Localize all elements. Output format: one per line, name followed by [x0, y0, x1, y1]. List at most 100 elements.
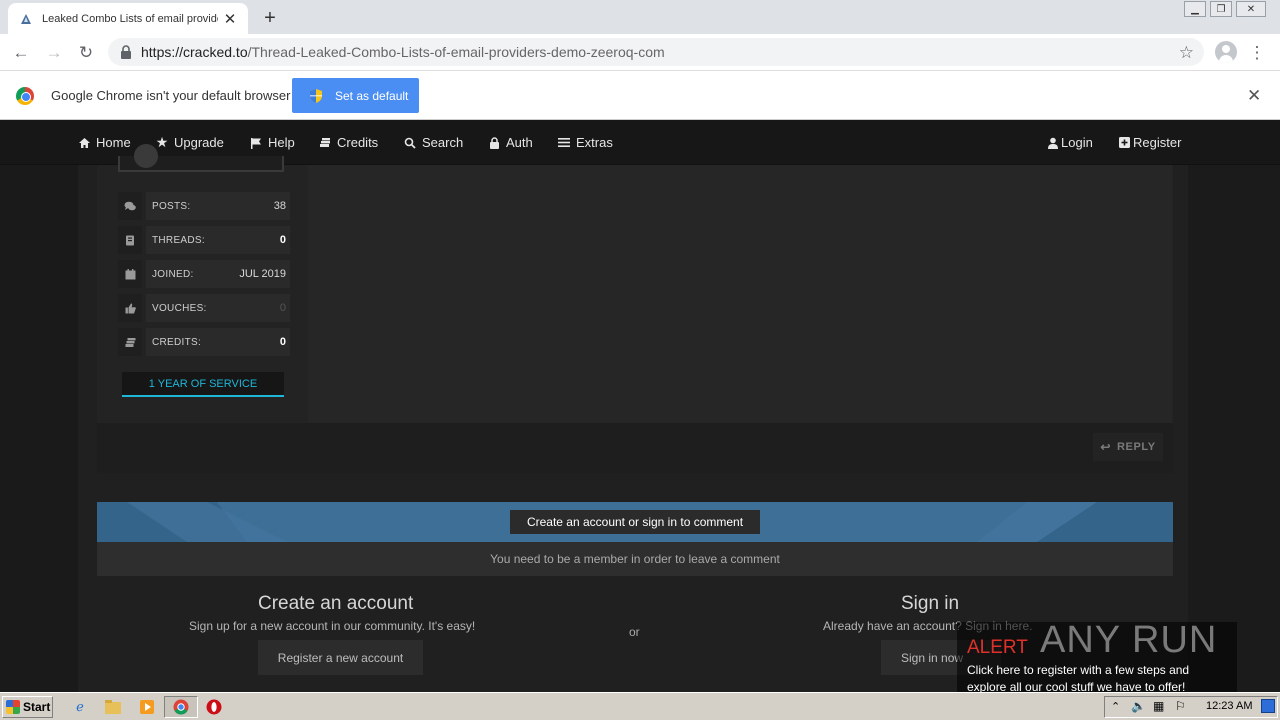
nav-item-search[interactable]: Search: [403, 120, 463, 165]
nav-item-extras[interactable]: Extras: [557, 120, 613, 165]
action-center-flag-icon[interactable]: ⚐: [1175, 699, 1186, 713]
nav-label-upgrade: Upgrade: [174, 135, 224, 150]
restore-icon[interactable]: ❐: [1210, 1, 1232, 17]
volume-icon[interactable]: 🔈: [1131, 699, 1146, 713]
address-bar[interactable]: https://cracked.to/Thread-Leaked-Combo-L…: [108, 38, 1204, 66]
stat-label: VOUCHES:: [152, 302, 207, 314]
or-divider: or: [629, 625, 640, 639]
stat-row-posts: POSTS: 38: [118, 192, 290, 220]
reply-icon: ↩: [1100, 440, 1111, 454]
stat-label: CREDITS:: [152, 336, 202, 348]
new-tab-icon[interactable]: +: [258, 6, 282, 30]
stat-value: 0: [279, 302, 286, 314]
stat-row-threads: THREADS: 0: [118, 226, 290, 254]
start-label: Start: [23, 700, 51, 714]
stat-vouches: VOUCHES: 0: [146, 294, 290, 322]
chrome-logo-icon: [16, 87, 34, 105]
stat-label: POSTS:: [152, 200, 191, 212]
stat-value: 0: [279, 336, 286, 348]
url-host: https://cracked.to: [141, 44, 248, 60]
anyrun-watermark: ANY RUN: [1040, 612, 1232, 668]
credits-icon: [318, 136, 332, 150]
browser-tabstrip: Leaked Combo Lists of email providers de…: [0, 0, 1280, 34]
create-account-text: Sign up for a new account in our communi…: [189, 619, 476, 633]
alert-text[interactable]: Click here to register with a few steps …: [967, 662, 1217, 696]
browser-toolbar: ← → ↻ https://cracked.to/Thread-Leaked-C…: [0, 34, 1280, 71]
nav-label-extras: Extras: [576, 135, 613, 150]
chrome-menu-icon[interactable]: ⋮: [1249, 42, 1266, 64]
nav-label-help: Help: [268, 135, 295, 150]
nav-label-credits: Credits: [337, 135, 379, 150]
site-favicon-icon: [18, 11, 34, 27]
search-icon: [403, 136, 417, 150]
comment-banner-subtitle: You need to be a member in order to leav…: [97, 542, 1173, 576]
set-as-default-label: Set as default: [335, 88, 409, 103]
thumbs-up-icon: [118, 294, 142, 322]
stat-row-vouches: VOUCHES: 0: [118, 294, 290, 322]
infobar-message: Google Chrome isn't your default browser: [51, 88, 291, 103]
stat-row-joined: JOINED: JUL 2019: [118, 260, 290, 288]
alert-label: ALERT: [967, 637, 1028, 658]
stat-value: 38: [273, 200, 286, 212]
start-button[interactable]: Start: [2, 696, 53, 718]
sign-in-title: Sign in: [901, 593, 960, 614]
stat-label: JOINED:: [152, 268, 194, 280]
default-browser-infobar: Google Chrome isn't your default browser…: [0, 71, 1280, 120]
media-player-icon[interactable]: [138, 698, 156, 716]
page-left-gutter: [0, 165, 78, 692]
comment-banner: Create an account or sign in to comment: [97, 502, 1173, 542]
nav-item-auth[interactable]: Auth: [487, 120, 533, 165]
nav-item-credits[interactable]: Credits: [318, 120, 378, 165]
lock-icon: [121, 45, 131, 59]
reload-icon[interactable]: ↻: [75, 42, 97, 64]
anyrun-brand: ANY RUN: [1040, 618, 1218, 661]
post-footer: [97, 423, 1173, 473]
nav-label-home: Home: [96, 135, 131, 150]
browser-tab[interactable]: Leaked Combo Lists of email providers de…: [8, 3, 248, 34]
nav-login[interactable]: Login: [1047, 120, 1093, 165]
network-icon[interactable]: ▦: [1153, 699, 1164, 713]
infobar-close-icon[interactable]: ✕: [1247, 86, 1261, 106]
nav-label-auth: Auth: [506, 135, 533, 150]
bars-icon: [557, 136, 571, 150]
stat-posts: POSTS: 38: [146, 192, 290, 220]
stat-threads: THREADS: 0: [146, 226, 290, 254]
taskbar-clock: 12:23 AM: [1206, 700, 1253, 712]
reply-button[interactable]: ↩ REPLY: [1093, 433, 1163, 461]
user-icon: [1047, 136, 1058, 150]
bookmark-star-icon[interactable]: ☆: [1179, 43, 1194, 63]
comments-icon: [118, 192, 142, 220]
stat-row-credits: CREDITS: 0: [118, 328, 290, 356]
stat-joined: JOINED: JUL 2019: [146, 260, 290, 288]
minimize-icon[interactable]: ▁: [1184, 1, 1206, 17]
service-badge: 1 YEAR OF SERVICE: [122, 372, 284, 397]
set-as-default-button[interactable]: Set as default: [292, 78, 419, 113]
thread-book-icon: [118, 226, 142, 254]
url-path: /Thread-Leaked-Combo-Lists-of-email-prov…: [247, 44, 665, 60]
create-account-title: Create an account: [258, 593, 414, 614]
register-new-account-button[interactable]: Register a new account: [258, 640, 423, 675]
lock-icon: [487, 136, 501, 150]
nav-register[interactable]: Register: [1119, 120, 1181, 165]
reply-label: REPLY: [1116, 441, 1156, 453]
tray-expand-icon[interactable]: ⌃: [1111, 700, 1120, 713]
internet-explorer-icon[interactable]: ℯ: [71, 698, 89, 716]
nav-label-search: Search: [422, 135, 464, 150]
credits-stack-icon: [118, 328, 142, 356]
star-icon: ★: [155, 134, 169, 150]
stat-value: 0: [279, 234, 286, 246]
stat-label: THREADS:: [152, 234, 205, 246]
tab-close-icon[interactable]: ✕: [222, 11, 238, 28]
window-close-icon[interactable]: ✕: [1236, 1, 1266, 17]
profile-avatar-icon[interactable]: [1215, 41, 1237, 63]
flag-icon: [249, 136, 263, 150]
show-desktop-icon[interactable]: [1261, 699, 1275, 713]
file-explorer-icon[interactable]: [104, 698, 122, 716]
nav-label-register: Register: [1133, 135, 1182, 150]
home-icon: [77, 136, 91, 150]
back-icon[interactable]: ←: [10, 42, 32, 64]
chrome-taskbar-icon[interactable]: [172, 698, 190, 716]
forward-icon[interactable]: →: [43, 42, 65, 64]
opera-icon[interactable]: [205, 698, 223, 716]
calendar-icon: [118, 260, 142, 288]
